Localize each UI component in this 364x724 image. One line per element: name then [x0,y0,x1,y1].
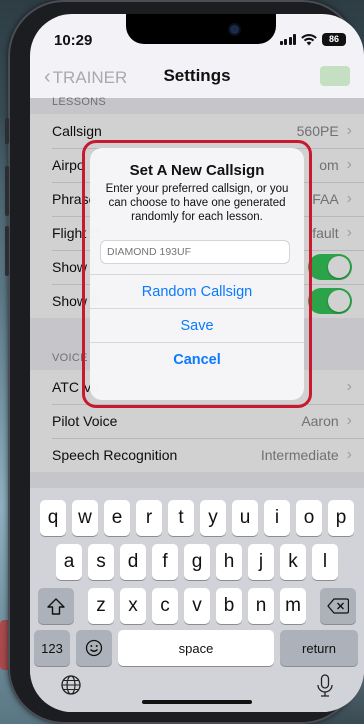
delete-key[interactable] [320,588,356,624]
key-h[interactable]: h [216,544,242,580]
keyboard: q w e r t y u i o p a s d f g h j k l z … [30,488,364,712]
wifi-icon [301,33,317,45]
key-w[interactable]: w [72,500,98,536]
key-u[interactable]: u [232,500,258,536]
key-l[interactable]: l [312,544,338,580]
navigation-bar: ‹ TRAINER Settings [30,62,364,98]
key-v[interactable]: v [184,588,210,624]
alert-title: Set A New Callsign [129,162,265,179]
page-title: Settings [163,66,231,85]
shift-key[interactable] [38,588,74,624]
numbers-key[interactable]: 123 [34,630,70,666]
set-callsign-alert: Set A New Callsign Enter your preferred … [90,148,304,400]
keyboard-row-1: q w e r t y u i o p [30,500,364,536]
key-i[interactable]: i [264,500,290,536]
key-d[interactable]: d [120,544,146,580]
camera-icon [230,25,239,34]
shift-icon [47,597,65,615]
mute-switch [5,118,9,144]
key-m[interactable]: m [280,588,306,624]
key-e[interactable]: e [104,500,130,536]
space-key[interactable]: space [118,630,274,666]
key-f[interactable]: f [152,544,178,580]
key-x[interactable]: x [120,588,146,624]
key-o[interactable]: o [296,500,322,536]
key-z[interactable]: z [88,588,114,624]
callsign-input[interactable] [100,240,290,264]
emoji-key[interactable] [76,630,112,666]
return-key[interactable]: return [280,630,358,666]
keyboard-row-4: 123 space return [30,630,364,666]
delete-icon [327,598,349,614]
alert-message: Enter your preferred callsign, or you ca… [105,183,289,223]
key-r[interactable]: r [136,500,162,536]
volume-up-button [5,166,9,216]
keyboard-row-2: a s d f g h j k l [30,544,364,580]
phone-frame: 10:29 86 ‹ TRAINER Settings LESSONS Call… [5,0,364,724]
key-j[interactable]: j [248,544,274,580]
key-t[interactable]: t [168,500,194,536]
alert-highlight-frame: Set A New Callsign Enter your preferred … [82,140,312,408]
keyboard-bottom-bar [30,674,364,698]
key-y[interactable]: y [200,500,226,536]
nav-right-button[interactable] [320,66,350,86]
key-c[interactable]: c [152,588,178,624]
notch [126,14,276,44]
status-time: 10:29 [54,32,93,49]
home-indicator [142,700,252,704]
cellular-signal-icon [279,34,296,45]
microphone-icon[interactable] [316,674,334,698]
screen: 10:29 86 ‹ TRAINER Settings LESSONS Call… [30,14,364,712]
key-k[interactable]: k [280,544,306,580]
key-b[interactable]: b [216,588,242,624]
keyboard-row-3: z x c v b n m [30,588,364,624]
globe-icon[interactable] [60,674,82,696]
key-s[interactable]: s [88,544,114,580]
save-button[interactable]: Save [90,308,304,342]
volume-down-button [5,226,9,276]
key-a[interactable]: a [56,544,82,580]
random-callsign-button[interactable]: Random Callsign [90,274,304,308]
cancel-button[interactable]: Cancel [90,342,304,376]
emoji-icon [85,639,103,657]
key-n[interactable]: n [248,588,274,624]
key-p[interactable]: p [328,500,354,536]
battery-icon: 86 [322,33,346,46]
key-g[interactable]: g [184,544,210,580]
key-q[interactable]: q [40,500,66,536]
